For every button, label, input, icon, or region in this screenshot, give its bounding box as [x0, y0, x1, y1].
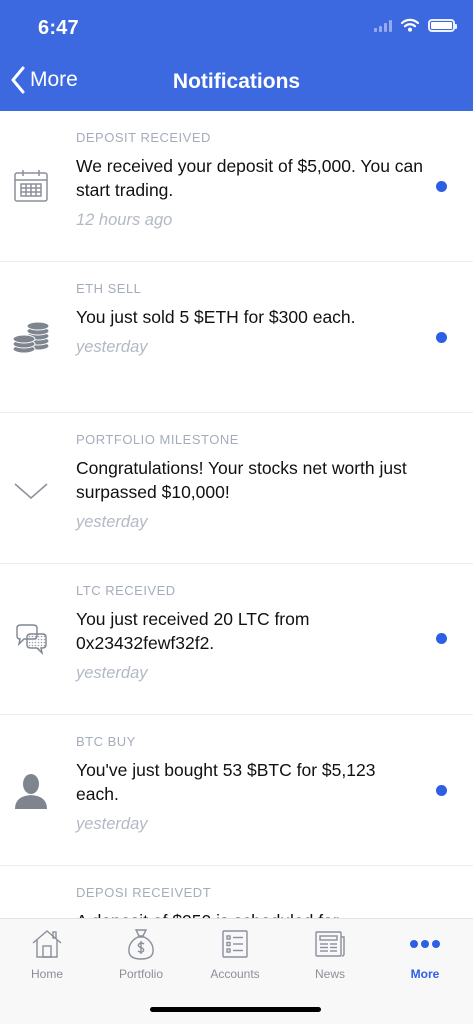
navigation-header: 6:47 More Notifications — [0, 0, 473, 111]
tab-news[interactable]: News — [283, 927, 377, 981]
back-button[interactable]: More — [10, 66, 78, 94]
notification-category: BTC BUY — [76, 734, 136, 749]
home-indicator — [150, 1007, 321, 1012]
coins-icon — [12, 318, 50, 356]
notification-time: 12 hours ago — [76, 211, 173, 229]
battery-icon — [428, 18, 457, 32]
user-icon — [12, 772, 50, 810]
unread-indicator — [436, 332, 447, 343]
notifications-list[interactable]: DEPOSIT RECEIVED We received your deposi… — [0, 111, 473, 918]
more-icon — [409, 927, 441, 961]
cellular-signal-icon — [374, 19, 392, 32]
notification-message: We received your deposit of $5,000. You … — [76, 156, 424, 200]
notification-time: yesterday — [76, 513, 148, 531]
notification-category: ETH SELL — [76, 281, 142, 296]
notification-message: Congratulations! Your stocks net worth j… — [76, 458, 407, 502]
tab-bar: Home Portfolio Accounts News More — [0, 918, 473, 1024]
notification-time: yesterday — [76, 664, 148, 682]
home-icon — [31, 927, 63, 961]
notification-time: yesterday — [76, 815, 148, 833]
tab-portfolio[interactable]: Portfolio — [94, 927, 188, 981]
notification-item[interactable]: PORTFOLIO MILESTONE Congratulations! You… — [0, 413, 473, 564]
notification-item[interactable]: DEPOSIT RECEIVED We received your deposi… — [0, 111, 473, 262]
chat-bubbles-icon — [12, 621, 50, 659]
unread-indicator — [436, 785, 447, 796]
status-icons — [374, 18, 457, 32]
tab-label: Portfolio — [118, 967, 164, 981]
notification-item[interactable]: LTC RECEIVED You just received 20 LTC fr… — [0, 564, 473, 715]
notification-item[interactable]: DEPOSI RECEIVEDT A deposit of $250 is sc… — [0, 866, 473, 918]
tab-label: Accounts — [210, 967, 260, 981]
notification-category: PORTFOLIO MILESTONE — [76, 432, 239, 447]
chevron-left-icon — [11, 66, 25, 94]
tab-home[interactable]: Home — [0, 927, 94, 981]
notification-message: A deposit of $250 is scheduled for — [76, 909, 423, 918]
notification-time: yesterday — [76, 338, 148, 356]
newspaper-icon — [314, 927, 346, 961]
list-icon — [221, 927, 249, 961]
notification-category: DEPOSIT RECEIVED — [76, 130, 211, 145]
notification-message: You've just bought 53 $BTC for $5,123 ea… — [76, 760, 376, 804]
chevron-down-icon — [12, 471, 50, 509]
money-bag-icon — [126, 927, 156, 961]
tab-label: News — [314, 967, 345, 981]
notification-message: You just received 20 LTC from 0x23432few… — [76, 609, 310, 653]
wifi-icon — [401, 18, 419, 32]
unread-indicator — [436, 633, 447, 644]
notification-category: DEPOSI RECEIVEDT — [76, 885, 212, 900]
tab-label: More — [410, 967, 440, 981]
tab-label: Home — [30, 967, 63, 981]
unread-indicator — [436, 181, 447, 192]
back-label: More — [30, 68, 78, 91]
calendar-icon — [12, 167, 50, 205]
tab-more[interactable]: More — [378, 927, 472, 981]
notification-category: LTC RECEIVED — [76, 583, 176, 598]
notification-item[interactable]: ETH SELL You just sold 5 $ETH for $300 e… — [0, 262, 473, 413]
notification-item[interactable]: BTC BUY You've just bought 53 $BTC for $… — [0, 715, 473, 866]
notification-message: You just sold 5 $ETH for $300 each. — [76, 307, 356, 327]
tab-accounts[interactable]: Accounts — [188, 927, 282, 981]
status-time: 6:47 — [38, 17, 79, 39]
